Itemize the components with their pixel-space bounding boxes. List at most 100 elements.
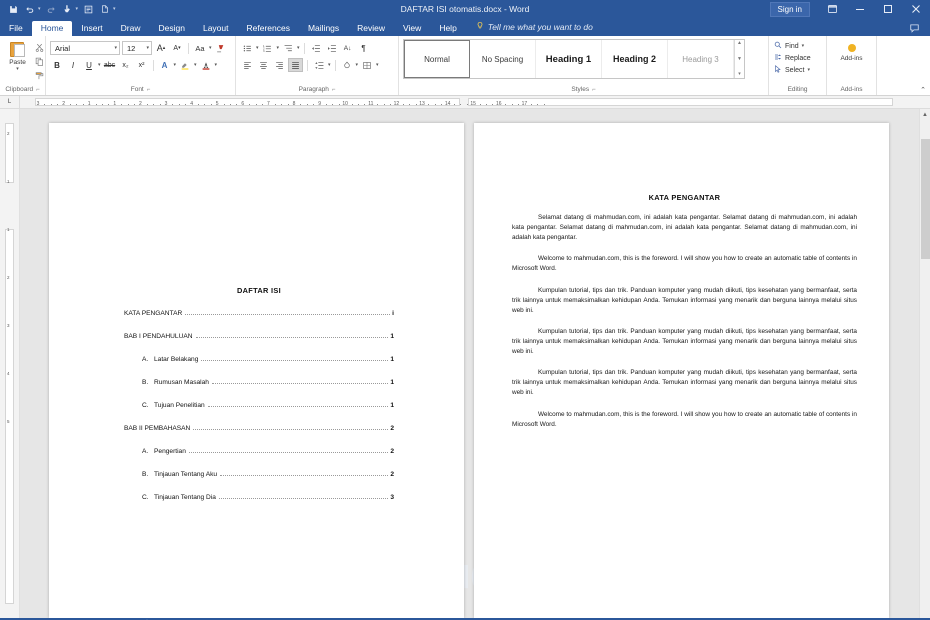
quick-access-toolbar[interactable]: ▾ ▾ ▾ xyxy=(0,2,116,16)
select-button[interactable]: Select ▾ xyxy=(773,65,811,75)
tab-file[interactable]: File xyxy=(0,21,32,37)
styles-scroll-up-icon[interactable]: ▲ xyxy=(735,40,744,47)
borders-icon[interactable] xyxy=(360,58,374,72)
tab-help[interactable]: Help xyxy=(430,21,465,37)
tab-mailings[interactable]: Mailings xyxy=(299,21,348,37)
tab-insert[interactable]: Insert xyxy=(72,21,111,37)
text-effects-dropdown-icon[interactable]: ▾ xyxy=(174,62,177,68)
font-color-icon[interactable] xyxy=(199,58,213,72)
sign-in-button[interactable]: Sign in xyxy=(770,2,810,17)
ribbon-display-options-icon[interactable] xyxy=(818,0,846,18)
numbering-dropdown-icon[interactable]: ▾ xyxy=(277,45,280,51)
shading-icon[interactable] xyxy=(340,58,354,72)
foreword-section[interactable]: KATA PENGANTAR Selamat datang di mahmuda… xyxy=(512,193,857,430)
grow-font-icon[interactable]: A▴ xyxy=(154,41,168,55)
superscript-icon[interactable]: x² xyxy=(135,58,149,72)
paste-dropdown-icon[interactable]: ▾ xyxy=(16,66,19,72)
maximize-button[interactable] xyxy=(874,0,902,18)
touch-mouse-mode-icon[interactable] xyxy=(61,2,75,16)
tab-review[interactable]: Review xyxy=(348,21,394,37)
borders-dropdown-icon[interactable]: ▾ xyxy=(376,62,379,68)
undo-dropdown-icon[interactable]: ▾ xyxy=(38,6,41,12)
multilevel-list-icon[interactable] xyxy=(281,41,295,55)
toc-entry[interactable]: C.Tinjauan Tentang Dia3 xyxy=(124,494,394,501)
cut-icon[interactable] xyxy=(33,41,46,53)
scroll-up-icon[interactable]: ▲ xyxy=(920,109,930,120)
tab-design[interactable]: Design xyxy=(150,21,194,37)
vertical-scrollbar[interactable]: ▲ xyxy=(919,109,930,618)
undo-icon[interactable] xyxy=(23,2,37,16)
toc-entry[interactable]: BAB II PEMBAHASAN2 xyxy=(124,425,394,432)
vertical-ruler[interactable]: 2112345 xyxy=(0,109,20,618)
toc-entry[interactable]: BAB I PENDAHULUAN1 xyxy=(124,333,394,340)
new-document-icon[interactable] xyxy=(98,2,112,16)
touch-mode-dropdown-icon[interactable]: ▾ xyxy=(76,6,79,12)
increase-indent-icon[interactable] xyxy=(325,41,339,55)
format-painter-icon[interactable] xyxy=(33,69,46,81)
styles-dialog-launcher-icon[interactable]: ⌐ xyxy=(592,87,596,93)
toc-entry[interactable]: KATA PENGANTARi xyxy=(124,310,394,317)
clipboard-dialog-launcher-icon[interactable]: ⌐ xyxy=(36,87,40,93)
bullets-icon[interactable] xyxy=(240,41,254,55)
font-size-combo[interactable]: 12 ▾ xyxy=(122,41,152,55)
text-highlight-icon[interactable] xyxy=(178,58,192,72)
select-dropdown-icon[interactable]: ▾ xyxy=(807,67,810,73)
bullets-dropdown-icon[interactable]: ▾ xyxy=(256,45,259,51)
style-heading-2[interactable]: Heading 2 xyxy=(602,40,668,78)
align-center-icon[interactable] xyxy=(256,58,270,72)
font-name-dropdown-icon[interactable]: ▾ xyxy=(114,45,117,51)
align-left-icon[interactable] xyxy=(240,58,254,72)
numbering-icon[interactable]: 123 xyxy=(261,41,275,55)
font-name-combo[interactable]: Arial ▾ xyxy=(50,41,120,55)
replace-button[interactable]: Replace xyxy=(773,53,811,63)
multilevel-list-dropdown-icon[interactable]: ▾ xyxy=(297,45,300,51)
toc-entry[interactable]: A.Latar Belakang1 xyxy=(124,356,394,363)
font-size-dropdown-icon[interactable]: ▾ xyxy=(146,45,149,51)
close-button[interactable] xyxy=(902,0,930,18)
paste-button[interactable]: Paste ▾ xyxy=(4,39,31,81)
shading-dropdown-icon[interactable]: ▾ xyxy=(356,62,359,68)
toc-entry[interactable]: A.Pengertian2 xyxy=(124,448,394,455)
style-normal[interactable]: Normal xyxy=(404,40,470,78)
tab-stop-selector[interactable]: L xyxy=(0,96,20,108)
bold-icon[interactable]: B xyxy=(50,58,64,72)
scrollbar-thumb[interactable] xyxy=(921,139,930,259)
strikethrough-icon[interactable]: abc xyxy=(103,58,117,72)
document-page-right[interactable]: KATA PENGANTAR Selamat datang di mahmuda… xyxy=(474,123,889,618)
styles-scroll-down-icon[interactable]: ▼ xyxy=(735,56,744,63)
style-heading-1[interactable]: Heading 1 xyxy=(536,40,602,78)
line-spacing-icon[interactable] xyxy=(312,58,326,72)
font-dialog-launcher-icon[interactable]: ⌐ xyxy=(147,87,151,93)
redo-icon[interactable] xyxy=(44,2,58,16)
comments-icon[interactable] xyxy=(902,20,926,36)
copy-icon[interactable] xyxy=(33,55,46,67)
tab-layout[interactable]: Layout xyxy=(194,21,238,37)
collapse-ribbon-icon[interactable]: ⌃ xyxy=(920,86,926,94)
save-icon[interactable] xyxy=(6,2,20,16)
document-page-left[interactable]: DAFTAR ISI KATA PENGANTARiBAB I PENDAHUL… xyxy=(49,123,464,618)
text-highlight-dropdown-icon[interactable]: ▾ xyxy=(194,62,197,68)
tab-references[interactable]: References xyxy=(238,21,299,37)
styles-more-icon[interactable]: ▾ xyxy=(735,71,744,78)
find-dropdown-icon[interactable]: ▾ xyxy=(802,43,805,49)
style-no-spacing[interactable]: No Spacing xyxy=(470,40,536,78)
toc-entry[interactable]: B.Rumusan Masalah1 xyxy=(124,379,394,386)
paragraph-dialog-launcher-icon[interactable]: ⌐ xyxy=(332,87,336,93)
table-of-contents[interactable]: DAFTAR ISI KATA PENGANTARiBAB I PENDAHUL… xyxy=(124,286,394,517)
toc-entry[interactable]: B.Tinjauan Tentang Aku2 xyxy=(124,471,394,478)
line-spacing-dropdown-icon[interactable]: ▾ xyxy=(328,62,331,68)
clear-formatting-icon[interactable] xyxy=(214,41,228,55)
horizontal-ruler[interactable]: 3211234567891011121314151617 xyxy=(20,96,930,108)
font-color-dropdown-icon[interactable]: ▾ xyxy=(215,62,218,68)
find-button[interactable]: Find ▾ xyxy=(773,41,811,51)
tab-draw[interactable]: Draw xyxy=(112,21,150,37)
sort-icon[interactable]: A↓ xyxy=(341,41,355,55)
styles-gallery[interactable]: Normal No Spacing Heading 1 Heading 2 He… xyxy=(403,39,745,79)
show-formatting-marks-icon[interactable]: ¶ xyxy=(357,41,371,55)
shrink-font-icon[interactable]: A▾ xyxy=(170,41,184,55)
tell-me-search[interactable]: Tell me what you want to do xyxy=(466,18,601,36)
style-heading-3[interactable]: Heading 3 xyxy=(668,40,734,78)
print-preview-icon[interactable] xyxy=(81,2,95,16)
change-case-icon[interactable]: Aa xyxy=(193,41,207,55)
change-case-dropdown-icon[interactable]: ▾ xyxy=(209,45,212,51)
